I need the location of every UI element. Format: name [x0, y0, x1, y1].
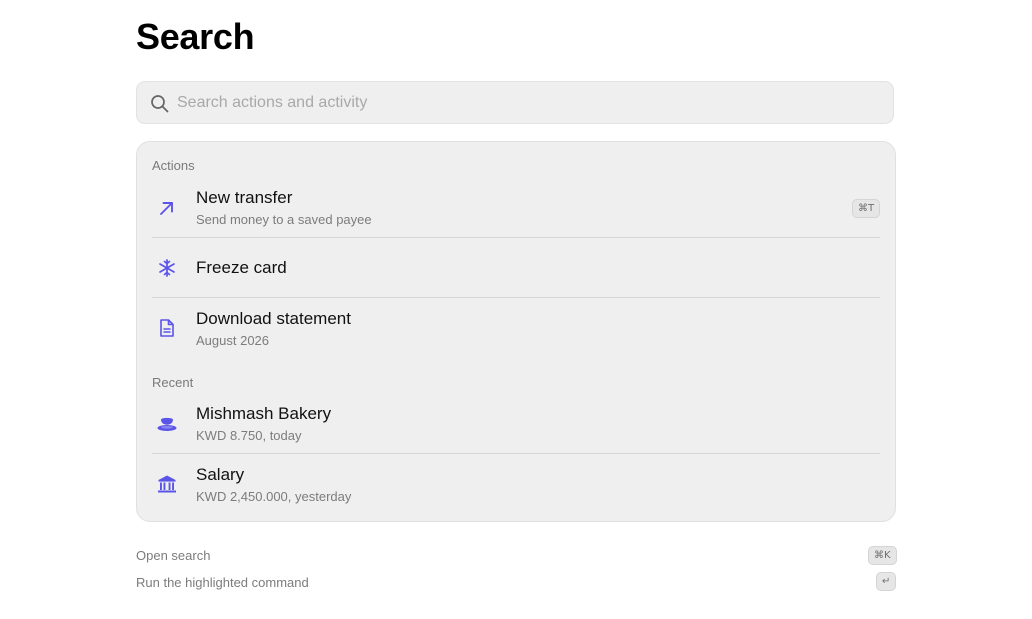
recent-item-mishmash-bakery[interactable]: Mishmash Bakery KWD 8.750, today	[137, 398, 895, 453]
arrow-up-right-icon	[160, 202, 173, 215]
page-title: Search	[136, 16, 255, 57]
section-label-recent: Recent	[152, 375, 194, 390]
action-new-transfer[interactable]: New transfer Send money to a saved payee…	[137, 182, 895, 237]
action-name: Download statement	[196, 309, 351, 328]
hint-open-search: Open search	[136, 548, 211, 563]
shortcut-badge-open-search: ⌘K	[868, 546, 897, 565]
action-freeze-card[interactable]: Freeze card	[137, 238, 895, 297]
action-name: Freeze card	[196, 258, 287, 277]
search-input[interactable]	[177, 82, 877, 123]
action-download-statement[interactable]: Download statement August 2026	[137, 298, 895, 358]
action-name: New transfer	[196, 188, 293, 207]
search-box[interactable]	[136, 81, 894, 124]
bank-icon	[158, 475, 176, 493]
results-panel: Actions New transfer Send money to a sav…	[136, 141, 896, 522]
recent-description: KWD 8.750, today	[196, 428, 302, 443]
shortcut-badge-run-command: ↵	[876, 572, 897, 591]
action-description: Send money to a saved payee	[196, 212, 372, 227]
hint-run-command: Run the highlighted command	[136, 575, 309, 590]
recent-name: Mishmash Bakery	[196, 404, 332, 423]
coffee-cup-icon	[157, 417, 177, 431]
section-label-actions: Actions	[152, 158, 195, 173]
search-icon	[151, 95, 169, 113]
shortcut-badge: ⌘T	[852, 199, 881, 218]
document-icon	[160, 319, 174, 337]
action-description: August 2026	[196, 333, 270, 348]
recent-name: Salary	[196, 465, 245, 484]
recent-item-salary[interactable]: Salary KWD 2,450.000, yesterday	[137, 454, 895, 514]
recent-description: KWD 2,450.000, yesterday	[196, 489, 352, 504]
snowflake-icon	[159, 259, 175, 277]
